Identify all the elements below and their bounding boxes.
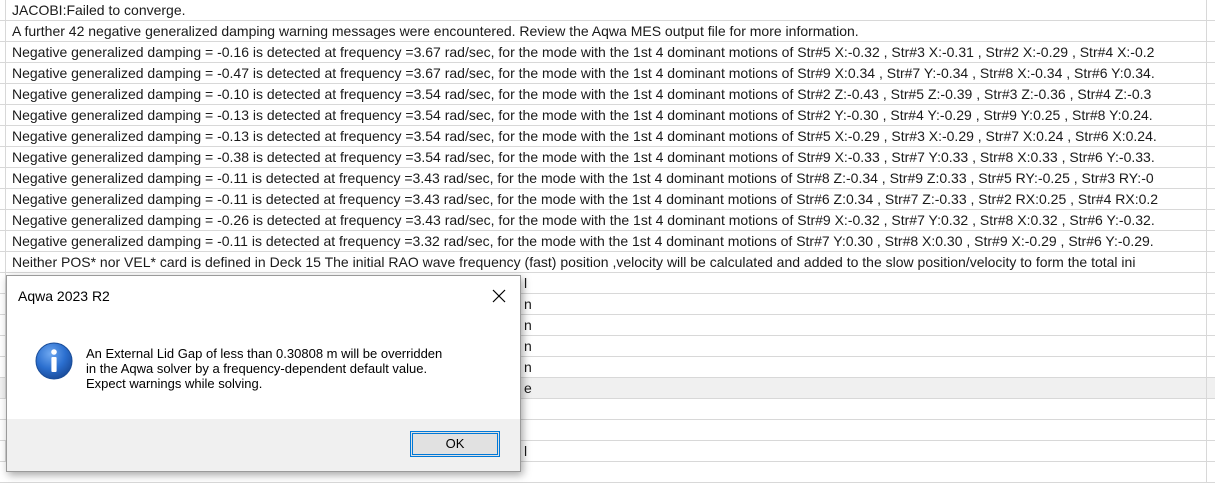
close-icon[interactable] (488, 285, 510, 307)
message-text: Negative generalized damping = -0.10 is … (5, 84, 1207, 104)
dialog-title: Aqwa 2023 R2 (18, 288, 110, 304)
message-text: Negative generalized damping = -0.11 is … (5, 168, 1207, 188)
message-text: Negative generalized damping = -0.13 is … (5, 126, 1207, 146)
message-row[interactable]: Negative generalized damping = -0.16 is … (0, 42, 1215, 63)
dialog-message-line: Expect warnings while solving. (86, 376, 263, 391)
message-row[interactable]: JACOBI:Failed to converge. (0, 0, 1215, 21)
dialog-footer: OK (7, 419, 520, 471)
message-row[interactable]: A further 42 negative generalized dampin… (0, 21, 1215, 42)
message-text: Negative generalized damping = -0.38 is … (5, 147, 1207, 167)
dialog-message-line: An External Lid Gap of less than 0.30808… (86, 346, 443, 361)
message-text: Negative generalized damping = -0.11 is … (5, 231, 1207, 251)
message-row[interactable]: Negative generalized damping = -0.47 is … (0, 63, 1215, 84)
message-text: Negative generalized damping = -0.47 is … (5, 63, 1207, 83)
message-text: A further 42 negative generalized dampin… (5, 21, 1207, 41)
message-row[interactable]: Negative generalized damping = -0.11 is … (0, 168, 1215, 189)
message-row[interactable]: Negative generalized damping = -0.38 is … (0, 147, 1215, 168)
dialog-message: An External Lid Gap of less than 0.30808… (86, 346, 506, 391)
ok-button[interactable]: OK (410, 431, 500, 457)
dialog-message-line: in the Aqwa solver by a frequency-depend… (86, 361, 428, 376)
message-row[interactable]: Negative generalized damping = -0.13 is … (0, 105, 1215, 126)
message-row[interactable]: Negative generalized damping = -0.11 is … (0, 189, 1215, 210)
message-text: Negative generalized damping = -0.13 is … (5, 105, 1207, 125)
message-row[interactable]: Negative generalized damping = -0.13 is … (0, 126, 1215, 147)
message-text: Negative generalized damping = -0.26 is … (5, 210, 1207, 230)
message-row[interactable]: Negative generalized damping = -0.11 is … (0, 231, 1215, 252)
message-dialog: Aqwa 2023 R2 An External Lid Gap of less… (6, 275, 521, 472)
message-text: JACOBI:Failed to converge. (5, 0, 1207, 20)
message-row[interactable]: Neither POS* nor VEL* card is defined in… (0, 252, 1215, 273)
message-text: Negative generalized damping = -0.16 is … (5, 42, 1207, 62)
message-row[interactable]: Negative generalized damping = -0.10 is … (0, 84, 1215, 105)
message-text: Neither POS* nor VEL* card is defined in… (5, 252, 1207, 272)
message-text: Negative generalized damping = -0.11 is … (5, 189, 1207, 209)
info-icon (34, 341, 74, 381)
message-row[interactable]: Negative generalized damping = -0.26 is … (0, 210, 1215, 231)
